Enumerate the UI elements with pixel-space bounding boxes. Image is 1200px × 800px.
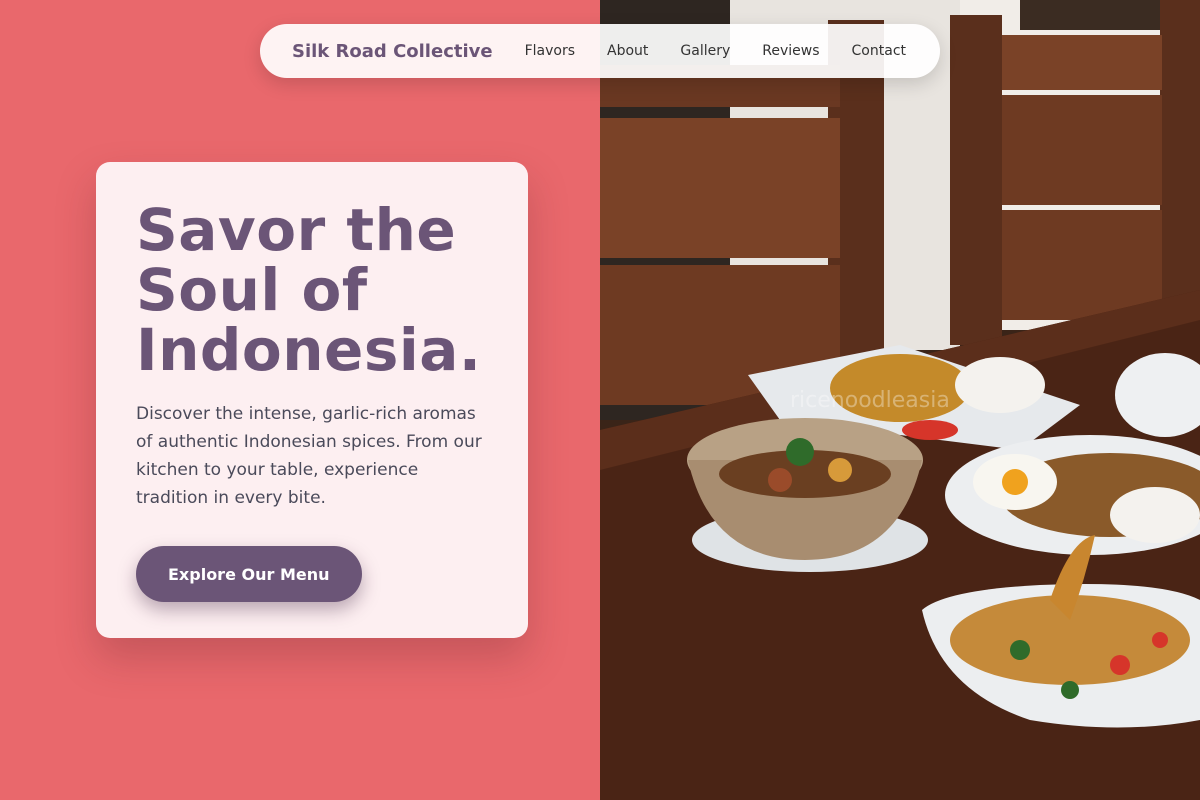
hero-food-photo: ricenoodleasia — [600, 0, 1200, 800]
brand-logo-link[interactable]: Silk Road Collective — [292, 41, 493, 62]
nav-link-about[interactable]: About — [607, 43, 648, 59]
photo-watermark: ricenoodleasia — [790, 388, 950, 413]
explore-menu-button[interactable]: Explore Our Menu — [136, 546, 362, 602]
hero-title-line-2: Soul of — [136, 256, 368, 324]
nav-link-contact[interactable]: Contact — [852, 43, 906, 59]
nav-links: Flavors About Gallery Reviews Contact — [525, 43, 906, 59]
hero-title: Savor the Soul of Indonesia. — [136, 200, 488, 380]
hero-description: Discover the intense, garlic-rich aromas… — [136, 404, 482, 508]
hero-card: Savor the Soul of Indonesia. Discover th… — [96, 162, 528, 638]
hero-title-line-1: Savor the — [136, 196, 457, 264]
nav-link-reviews[interactable]: Reviews — [762, 43, 819, 59]
main-navbar: Silk Road Collective Flavors About Galle… — [260, 24, 940, 78]
hero-title-line-3: Indonesia. — [136, 316, 482, 384]
nav-link-gallery[interactable]: Gallery — [680, 43, 730, 59]
nav-link-flavors[interactable]: Flavors — [525, 43, 575, 59]
landing-page: ricenoodleasia Silk Road Collective Flav… — [0, 0, 1200, 800]
